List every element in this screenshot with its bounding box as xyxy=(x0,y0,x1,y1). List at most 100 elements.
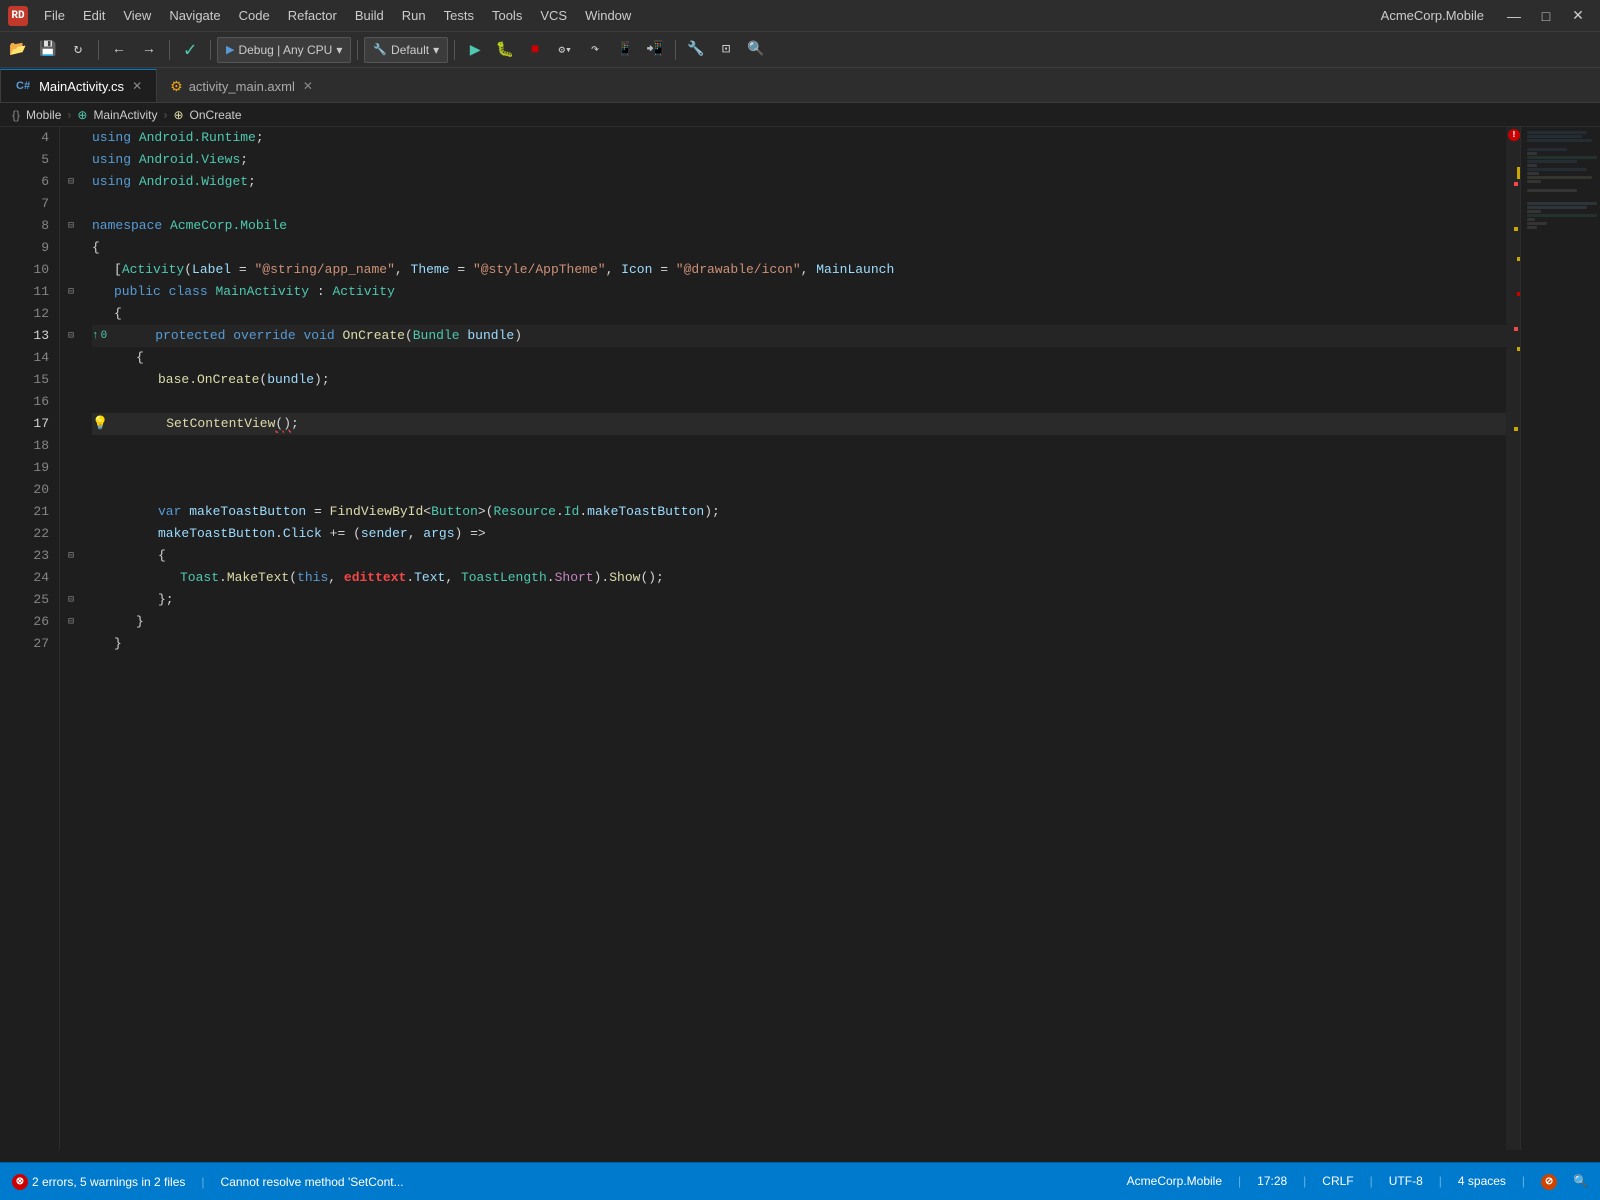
lightbulb-icon[interactable]: 💡 xyxy=(92,413,108,435)
debug-config-dropdown[interactable]: ▶ Debug | Any CPU ▾ xyxy=(217,37,351,63)
device-button[interactable]: 📱 xyxy=(611,36,639,64)
code-line-26: } xyxy=(92,611,1506,633)
fold-11[interactable]: ⊟ xyxy=(68,286,74,298)
right-scrollbar[interactable]: ! xyxy=(1506,127,1520,1150)
indicator-4 xyxy=(60,127,84,149)
line-num-5: 5 xyxy=(0,149,49,171)
status-project[interactable]: AcmeCorp.Mobile xyxy=(1127,1174,1222,1190)
tab-activity-main[interactable]: ⚙ activity_main.axml ✕ xyxy=(157,69,328,102)
attach-button[interactable]: ⚙▾ xyxy=(551,36,579,64)
forward-button[interactable]: → xyxy=(135,36,163,64)
start-without-debug-button[interactable]: ✓ xyxy=(176,36,204,64)
search-icon[interactable]: 🔍 xyxy=(1573,1174,1588,1190)
app-logo: RD xyxy=(8,6,28,26)
fold-6[interactable]: ⊟ xyxy=(68,176,74,188)
menu-run[interactable]: Run xyxy=(394,6,434,25)
title-bar: RD File Edit View Navigate Code Refactor… xyxy=(0,0,1600,32)
status-sep-5: | xyxy=(1439,1174,1442,1190)
window-title: AcmeCorp.Mobile xyxy=(1381,8,1484,23)
menu-view[interactable]: View xyxy=(115,6,159,25)
menu-navigate[interactable]: Navigate xyxy=(161,6,228,25)
toolbar-separator-2 xyxy=(169,40,170,60)
menu-edit[interactable]: Edit xyxy=(75,6,113,25)
status-error-section[interactable]: ⊗ 2 errors, 5 warnings in 2 files xyxy=(12,1174,185,1190)
menu-vcs[interactable]: VCS xyxy=(532,6,575,25)
error-circle-icon: ⊗ xyxy=(12,1174,28,1190)
status-encoding[interactable]: UTF-8 xyxy=(1389,1174,1423,1190)
line-num-18: 18 xyxy=(0,435,49,457)
indicator-23: ⊟ xyxy=(60,545,84,567)
minimize-button[interactable]: — xyxy=(1500,6,1528,26)
indicator-13: ⊟ xyxy=(60,325,84,347)
toolbar: 📂 💾 ↻ ← → ✓ ▶ Debug | Any CPU ▾ 🔧 Defaul… xyxy=(0,32,1600,68)
tab-activity-main-close[interactable]: ✕ xyxy=(301,79,315,93)
search-button[interactable]: 🔍 xyxy=(742,36,770,64)
code-content[interactable]: using Android.Runtime; using Android.Vie… xyxy=(84,127,1506,1150)
step-over-button[interactable]: ↷ xyxy=(581,36,609,64)
maximize-button[interactable]: □ xyxy=(1532,6,1560,26)
line-num-6: 6 xyxy=(0,171,49,193)
fold-26[interactable]: ⊟ xyxy=(68,616,74,628)
menu-file[interactable]: File xyxy=(36,6,73,25)
tab-mainactivity[interactable]: C# MainActivity.cs ✕ xyxy=(0,69,157,102)
code-line-14: { xyxy=(92,347,1506,369)
status-error-count: 2 errors, 5 warnings in 2 files xyxy=(32,1175,185,1189)
tab-mainactivity-close[interactable]: ✕ xyxy=(130,79,144,93)
extensions-button[interactable]: ⊡ xyxy=(712,36,740,64)
logo-text: RD xyxy=(11,10,24,22)
toolbar-separator-6 xyxy=(675,40,676,60)
debug-config-label: Debug | Any CPU xyxy=(238,43,332,57)
line-num-8: 8 xyxy=(0,215,49,237)
settings-button[interactable]: 🔧 xyxy=(682,36,710,64)
status-line-ending[interactable]: CRLF xyxy=(1322,1174,1353,1190)
menu-refactor[interactable]: Refactor xyxy=(280,6,345,25)
save-button[interactable]: 💾 xyxy=(34,36,62,64)
line-num-9: 9 xyxy=(0,237,49,259)
minimap xyxy=(1520,127,1600,1150)
run-button[interactable]: ▶ xyxy=(461,36,489,64)
breadcrumb-sep-2: › xyxy=(163,108,167,122)
run-config-arrow: ▾ xyxy=(433,43,439,57)
menu-build[interactable]: Build xyxy=(347,6,392,25)
menu-tests[interactable]: Tests xyxy=(436,6,482,25)
status-indentation[interactable]: 4 spaces xyxy=(1458,1174,1506,1190)
breadcrumb-main-activity[interactable]: MainActivity xyxy=(93,108,157,122)
line-num-20: 20 xyxy=(0,479,49,501)
emulator-button[interactable]: 📲 xyxy=(641,36,669,64)
refresh-button[interactable]: ↻ xyxy=(64,36,92,64)
status-cannot-resolve[interactable]: Cannot resolve method 'SetCont... xyxy=(221,1175,404,1189)
menu-code[interactable]: Code xyxy=(231,6,278,25)
indicator-12 xyxy=(60,303,84,325)
menu-tools[interactable]: Tools xyxy=(484,6,530,25)
indicator-16 xyxy=(60,391,84,413)
run-config-label: Default xyxy=(391,43,429,57)
fold-8[interactable]: ⊟ xyxy=(68,220,74,232)
menu-window[interactable]: Window xyxy=(577,6,639,25)
scroll-marker-error-2 xyxy=(1514,327,1518,331)
code-line-18 xyxy=(92,435,1506,457)
open-folder-button[interactable]: 📂 xyxy=(4,36,32,64)
breadcrumb-mobile[interactable]: Mobile xyxy=(26,108,61,122)
code-line-19 xyxy=(92,457,1506,479)
indicator-14 xyxy=(60,347,84,369)
run-config-dropdown[interactable]: 🔧 Default ▾ xyxy=(364,37,448,63)
code-line-24: Toast.MakeText(this, edittext.Text, Toas… xyxy=(92,567,1506,589)
indicator-11: ⊟ xyxy=(60,281,84,303)
breadcrumb-oncreate[interactable]: OnCreate xyxy=(190,108,242,122)
close-button[interactable]: ✕ xyxy=(1564,6,1592,26)
status-position[interactable]: 17:28 xyxy=(1257,1174,1287,1190)
fold-25[interactable]: ⊟ xyxy=(68,594,74,606)
stop-button[interactable]: ■ xyxy=(521,36,549,64)
line-num-13: 13 xyxy=(0,325,49,347)
line-num-11: 11 xyxy=(0,281,49,303)
code-line-15: base.OnCreate(bundle); xyxy=(92,369,1506,391)
fold-13[interactable]: ⊟ xyxy=(68,330,74,342)
indicator-19 xyxy=(60,457,84,479)
fold-23[interactable]: ⊟ xyxy=(68,550,74,562)
status-right-section: AcmeCorp.Mobile | 17:28 | CRLF | UTF-8 |… xyxy=(1127,1174,1588,1190)
back-button[interactable]: ← xyxy=(105,36,133,64)
code-line-13: ↑0 protected override void OnCreate(Bund… xyxy=(92,325,1506,347)
code-line-27: } xyxy=(92,633,1506,655)
debug-button[interactable]: 🐛 xyxy=(491,36,519,64)
line-num-19: 19 xyxy=(0,457,49,479)
